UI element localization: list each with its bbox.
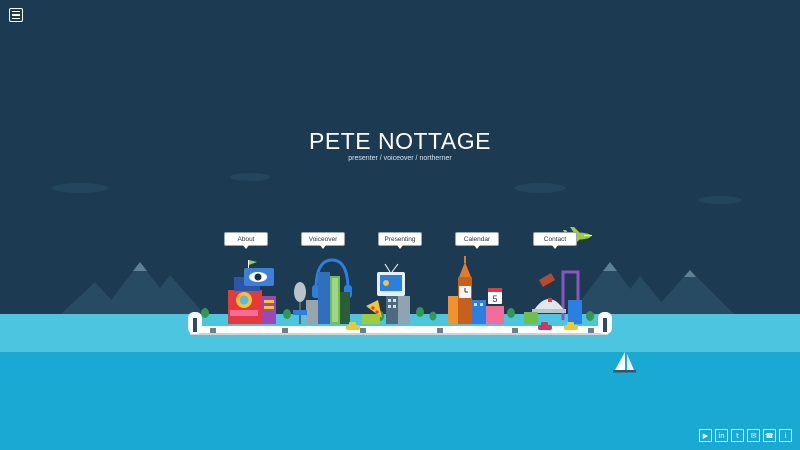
social-links: ▶ in t ✉ ☎ i	[699, 429, 792, 442]
presenting-building	[362, 263, 410, 324]
phone-icon[interactable]: ☎	[763, 429, 776, 442]
page-subtitle: presenter / voiceover / northerner	[348, 155, 452, 162]
play-icon[interactable]: ▶	[699, 429, 712, 442]
nav-calendar-button[interactable]: Calendar	[455, 232, 499, 249]
voiceover-building	[293, 258, 352, 324]
nav-contact-button[interactable]: Contact	[533, 232, 577, 249]
twitter-icon[interactable]: t	[731, 429, 744, 442]
city-scene: 5	[0, 173, 800, 450]
linkedin-icon[interactable]: in	[715, 429, 728, 442]
about-building	[228, 260, 276, 324]
clouds	[52, 173, 742, 204]
calendar-building: 5	[448, 256, 504, 324]
menu-icon[interactable]	[9, 8, 23, 22]
info-icon[interactable]: i	[779, 429, 792, 442]
calendar-day-number: 5	[492, 294, 497, 304]
email-icon[interactable]: ✉	[747, 429, 760, 442]
nav-presenting-button[interactable]: Presenting	[378, 232, 422, 249]
nav-voiceover-button[interactable]: Voiceover	[301, 232, 345, 249]
page-title: PETE NOTTAGE	[309, 128, 491, 154]
nav-about-button[interactable]: About	[224, 232, 268, 249]
sea-lower	[0, 352, 800, 450]
